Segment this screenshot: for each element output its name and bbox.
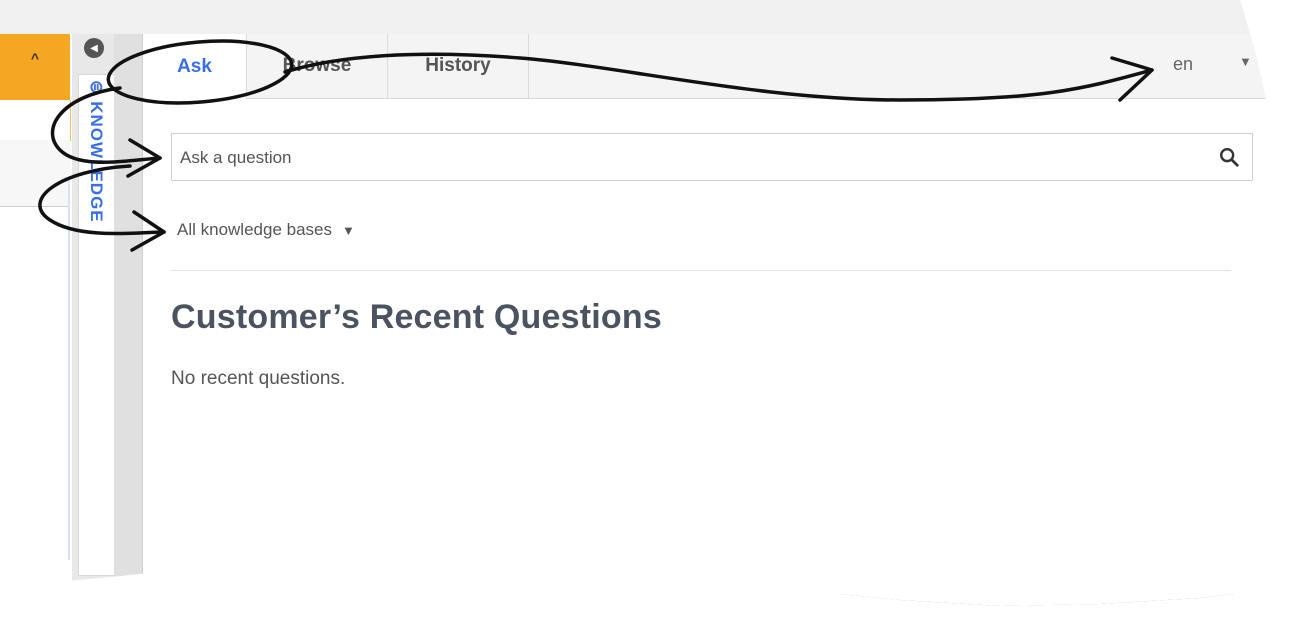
knowledge-base-value: All knowledge bases	[177, 220, 332, 239]
no-recent-questions-text: No recent questions.	[171, 368, 346, 389]
ask-question-input[interactable]	[178, 134, 1182, 182]
knowledge-base-selector[interactable]: All knowledge bases ▼	[177, 220, 355, 240]
tab-bar: Ask Browse History en ▼	[143, 34, 1276, 99]
knowledge-label-text: KNOWLEDGE	[87, 101, 106, 223]
tab-browse[interactable]: Browse	[247, 34, 388, 98]
tab-history[interactable]: History	[388, 34, 529, 98]
top-bar	[0, 0, 1276, 35]
left-panel: ^	[0, 34, 73, 594]
knowledge-icon: ⊜	[87, 80, 106, 96]
collapse-button[interactable]: ^	[0, 34, 70, 100]
knowledge-content: Ask Browse History en ▼ All knowledge ba…	[143, 34, 1276, 594]
chevron-down-icon[interactable]: ▼	[1239, 54, 1252, 69]
divider	[171, 270, 1276, 271]
chevron-down-icon: ▼	[341, 223, 355, 238]
chevron-up-icon: ^	[30, 50, 40, 66]
left-panel-row	[0, 100, 71, 141]
search-box	[171, 133, 1253, 182]
panel-toggle-icon[interactable]: ◀	[84, 38, 104, 58]
language-selector[interactable]: en	[1173, 54, 1193, 75]
knowledge-tab-label[interactable]: ⊜ KNOWLEDGE	[86, 80, 106, 223]
tab-ask[interactable]: Ask	[143, 34, 247, 99]
left-panel-divider	[68, 180, 70, 560]
screenshot-paper: ^ ◀ ⊜ KNOWLEDGE Ask Browse History en ▼ A…	[0, 0, 1276, 606]
recent-questions-heading: Customer’s Recent Questions	[171, 298, 662, 336]
left-panel-row	[0, 140, 70, 207]
search-icon[interactable]	[1218, 146, 1240, 168]
panel-separator	[114, 34, 143, 594]
